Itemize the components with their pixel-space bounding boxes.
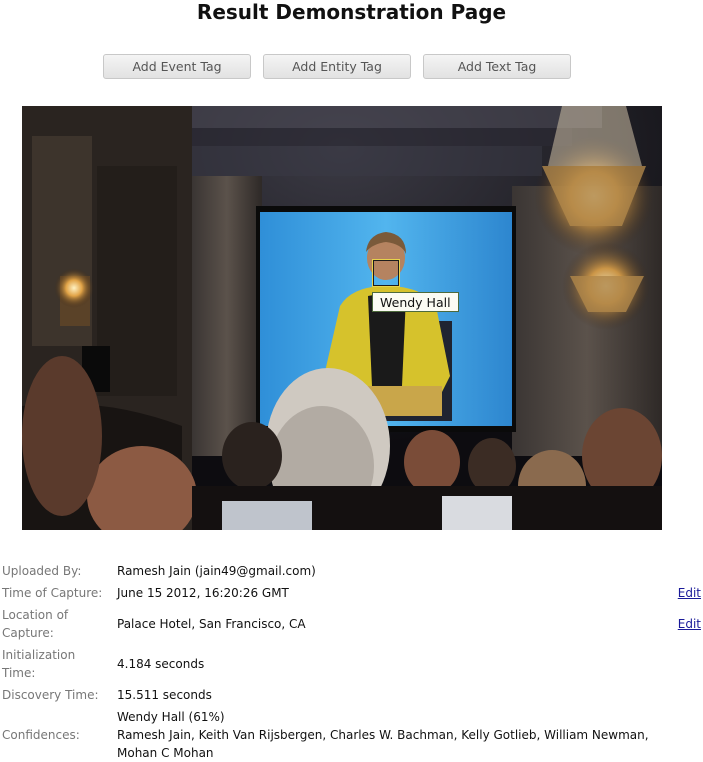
discovery-time-value: 15.511 seconds xyxy=(117,688,212,702)
location-label-line1: Location of xyxy=(2,608,69,622)
location-value: Palace Hotel, San Francisco, CA xyxy=(117,617,306,631)
edit-time-link[interactable]: Edit xyxy=(678,584,701,602)
location-label-line2: Capture: xyxy=(2,626,54,640)
confidence-primary: Wendy Hall (61%) xyxy=(117,710,225,724)
initialization-label-line2: Time: xyxy=(2,666,36,680)
page-title: Result Demonstration Page xyxy=(196,0,507,24)
time-of-capture-label: Time of Capture: xyxy=(2,586,103,600)
confidence-others-line2: Mohan C Mohan xyxy=(117,746,214,760)
uploaded-by-value: Ramesh Jain (jain49@gmail.com) xyxy=(117,564,316,578)
discovery-time-label: Discovery Time: xyxy=(2,688,99,702)
face-tag-label[interactable]: Wendy Hall xyxy=(372,292,459,312)
add-text-tag-button[interactable]: Add Text Tag xyxy=(423,54,571,79)
add-entity-tag-button[interactable]: Add Entity Tag xyxy=(263,54,411,79)
photo-illustration xyxy=(22,106,662,530)
event-photo[interactable]: Wendy Hall xyxy=(22,106,662,530)
edit-location-link[interactable]: Edit xyxy=(678,615,701,633)
initialization-value: 4.184 seconds xyxy=(117,657,205,671)
face-bounding-box[interactable] xyxy=(372,259,400,287)
add-event-tag-button[interactable]: Add Event Tag xyxy=(103,54,251,79)
time-of-capture-value: June 15 2012, 16:20:26 GMT xyxy=(117,586,289,600)
confidences-label: Confidences: xyxy=(2,728,80,742)
confidence-others-line1: Ramesh Jain, Keith Van Rijsbergen, Charl… xyxy=(117,728,649,742)
uploaded-by-label: Uploaded By: xyxy=(2,564,82,578)
initialization-label-line1: Initialization xyxy=(2,648,76,662)
